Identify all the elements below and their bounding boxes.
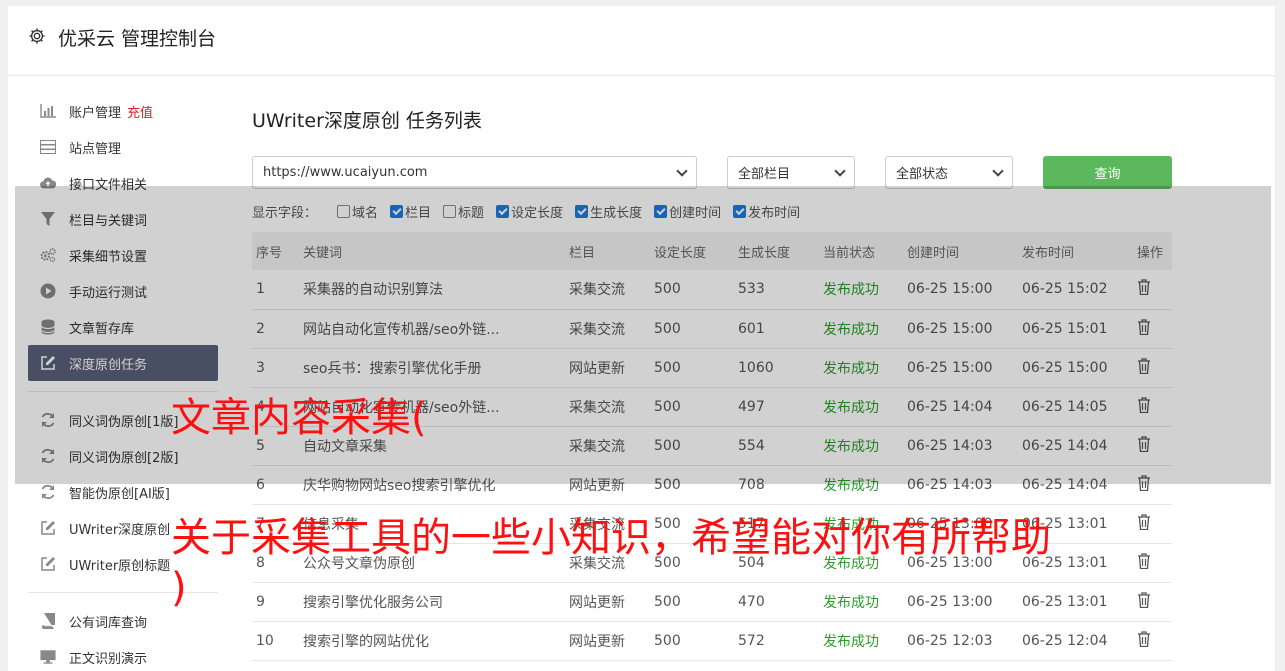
gear-icon bbox=[29, 28, 45, 44]
sidebar-item[interactable]: 公有词库查询 bbox=[28, 603, 218, 639]
table-cell: 06-25 13:00 bbox=[903, 582, 1018, 622]
sidebar-item[interactable]: 正文识别演示 bbox=[28, 639, 218, 671]
top-bar: 优采云 管理控制台 bbox=[8, 6, 1275, 76]
table-row: 9 搜索引擎优化服务公司 网站更新 500 470 发布成功 06-25 13:00 06-2… bbox=[252, 582, 1172, 622]
sidebar-item[interactable]: 账户管理 充值 bbox=[28, 93, 218, 129]
table-row: 10 搜索引擎的网站优化 网站更新 500 572 发布成功 06-25 12:03 06-2… bbox=[252, 621, 1172, 661]
app-title: 优采云 管理控制台 bbox=[58, 28, 217, 50]
edit-icon bbox=[40, 556, 56, 572]
table-cell: 06-25 12:04 bbox=[1018, 621, 1133, 661]
book-icon bbox=[40, 613, 56, 629]
site-select-value: https://www.ucaiyun.com bbox=[263, 165, 428, 180]
chevron-down-icon bbox=[676, 164, 688, 177]
recharge-link[interactable]: 充值 bbox=[127, 102, 153, 121]
sidebar-item-label: 站点管理 bbox=[69, 141, 122, 157]
table-cell: 572 bbox=[734, 621, 819, 661]
trash-icon[interactable] bbox=[1137, 513, 1151, 530]
sidebar-item-label: 账户管理 bbox=[69, 105, 122, 121]
trash-icon[interactable] bbox=[1137, 552, 1151, 569]
status-select-value: 全部状态 bbox=[896, 167, 949, 182]
sidebar-item-label: 正文识别演示 bbox=[69, 651, 148, 667]
table-cell: 网站更新 bbox=[565, 621, 650, 661]
column-select[interactable]: 全部栏目 bbox=[727, 156, 855, 189]
query-button[interactable]: 查询 bbox=[1043, 156, 1172, 189]
bar-chart-icon bbox=[40, 103, 56, 119]
watermark-line-2: 关于采集工具的一些小知识，希望能对你有所帮助 bbox=[171, 515, 1051, 561]
column-select-value: 全部栏目 bbox=[738, 167, 791, 182]
site-select[interactable]: https://www.ucaiyun.com bbox=[252, 156, 697, 189]
watermark-line-3: ) bbox=[171, 565, 187, 611]
action-cell bbox=[1133, 543, 1172, 583]
edit-icon bbox=[40, 520, 56, 536]
table-cell: 470 bbox=[734, 582, 819, 622]
table-cell: 500 bbox=[650, 582, 734, 622]
table-cell: 发布成功 bbox=[819, 621, 903, 661]
action-cell bbox=[1133, 582, 1172, 622]
table-cell: 06-25 13:01 bbox=[1018, 582, 1133, 622]
sidebar-item[interactable]: 站点管理 bbox=[28, 129, 218, 165]
table-cell: 搜索引擎优化服务公司 bbox=[299, 582, 565, 622]
table-cell: 10 bbox=[252, 621, 299, 661]
action-cell bbox=[1133, 504, 1172, 544]
chevron-down-icon bbox=[834, 164, 846, 177]
trash-icon[interactable] bbox=[1137, 630, 1151, 647]
table-cell: 06-25 12:03 bbox=[903, 621, 1018, 661]
table-cell: 9 bbox=[252, 582, 299, 622]
chevron-down-icon bbox=[992, 164, 1004, 177]
table-cell: 网站更新 bbox=[565, 582, 650, 622]
page-title: UWriter深度原创 任务列表 bbox=[252, 110, 482, 132]
table-cell: 500 bbox=[650, 621, 734, 661]
sidebar-divider bbox=[28, 592, 218, 593]
sidebar-item-label: 公有词库查询 bbox=[69, 615, 148, 631]
status-select[interactable]: 全部状态 bbox=[885, 156, 1013, 189]
sidebar-item-label: UWriter深度原创 bbox=[69, 522, 171, 538]
monitor-icon bbox=[40, 649, 56, 665]
table-cell: 发布成功 bbox=[819, 582, 903, 622]
action-cell bbox=[1133, 621, 1172, 661]
table-cell: 搜索引擎的网站优化 bbox=[299, 621, 565, 661]
sidebar-item-label: 智能伪原创[AI版] bbox=[69, 486, 170, 502]
server-icon bbox=[40, 139, 56, 155]
sidebar-item-label: UWriter原创标题 bbox=[69, 558, 171, 574]
watermark-line-1: 文章内容采集( bbox=[171, 395, 427, 441]
refresh-icon bbox=[40, 484, 56, 500]
trash-icon[interactable] bbox=[1137, 591, 1151, 608]
